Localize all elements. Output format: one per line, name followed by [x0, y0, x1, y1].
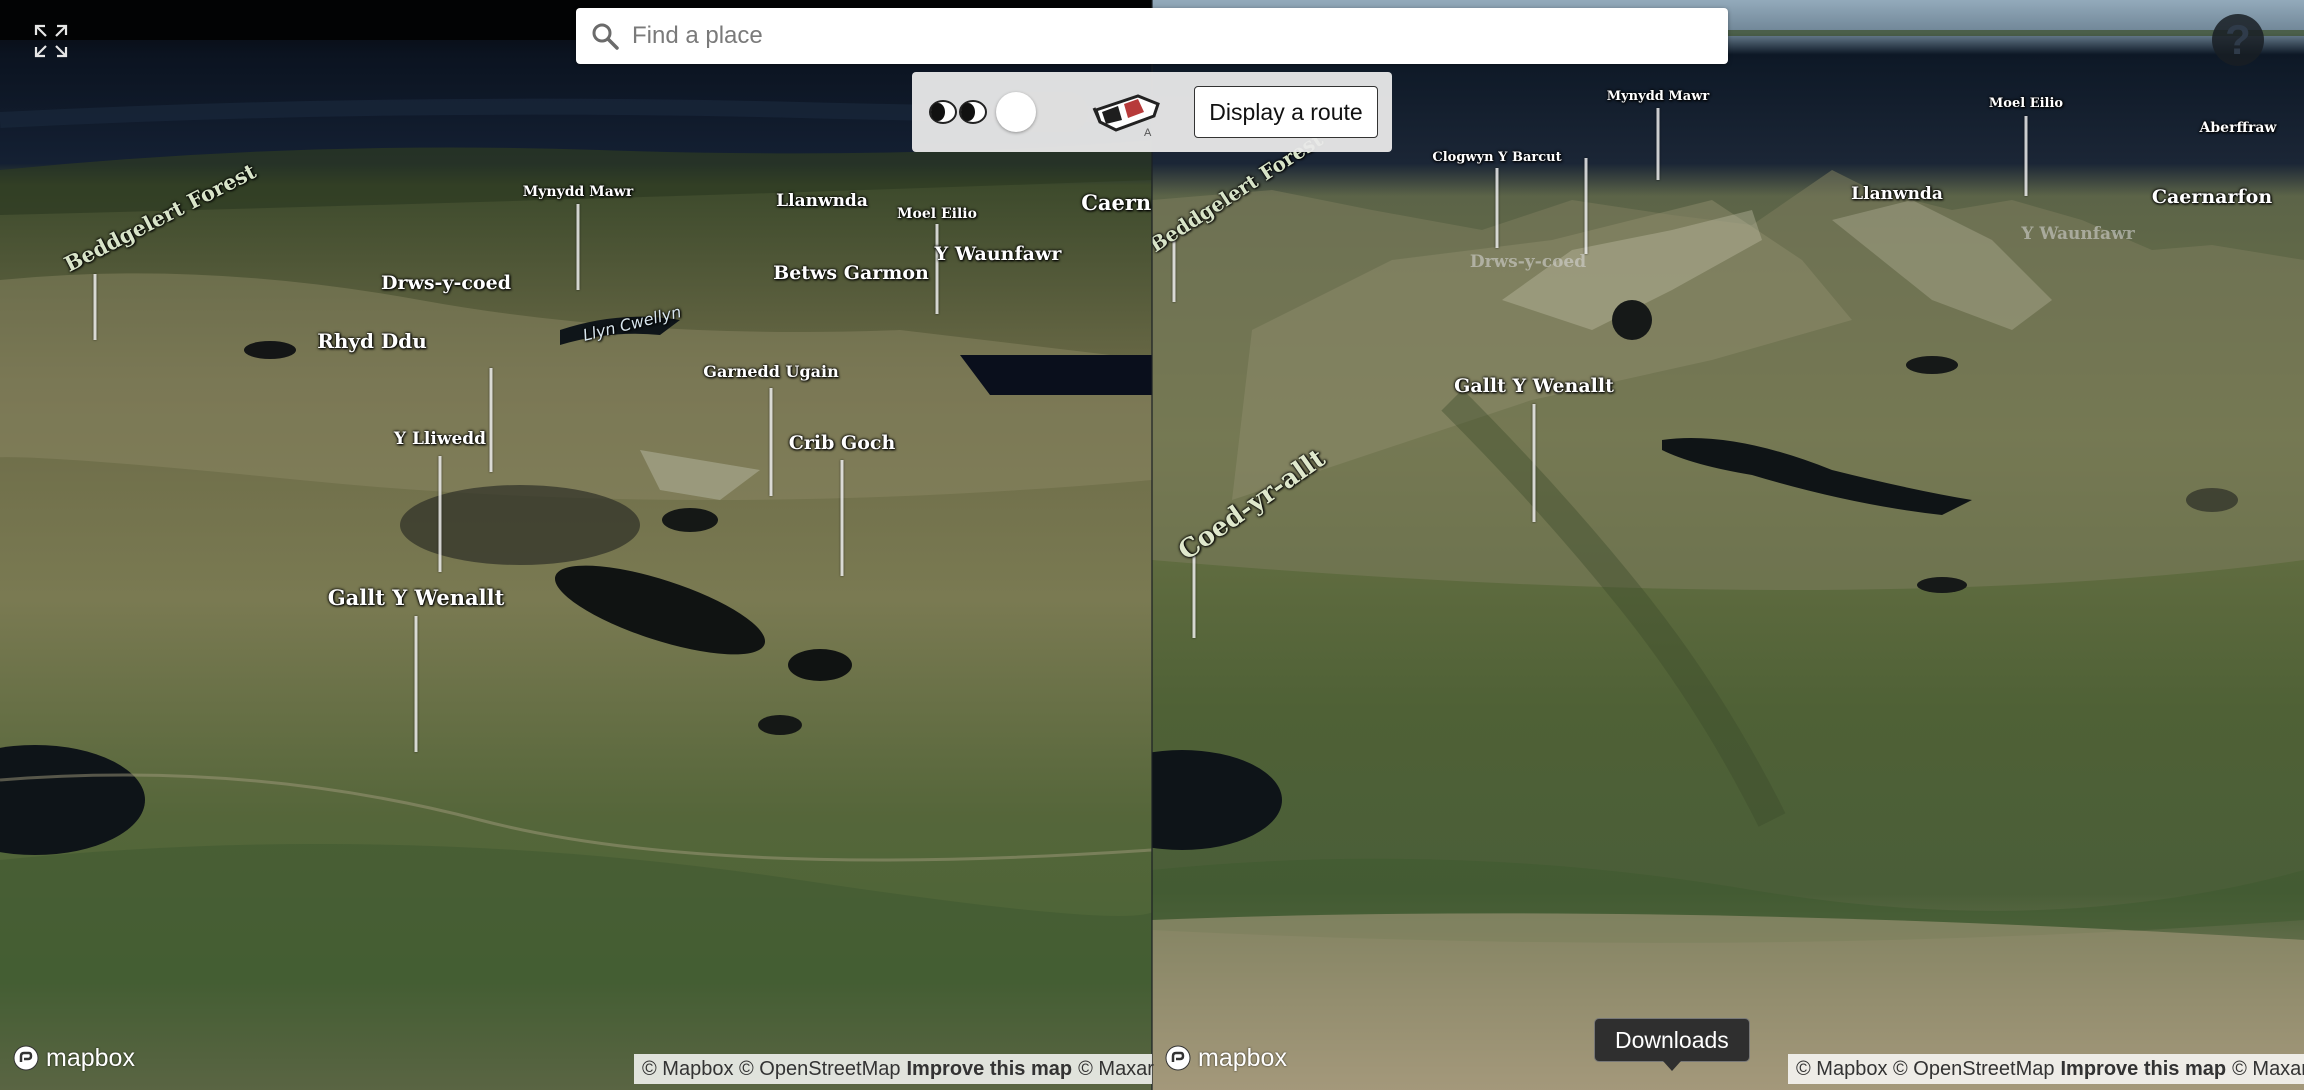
mapbox-logo-icon — [1165, 1045, 1191, 1071]
map-label-caernarfon: Caernarfon — [2151, 186, 2273, 208]
search-bar[interactable] — [576, 8, 1728, 64]
map-label-drws-y-coed: Drws-y-coed — [381, 272, 511, 294]
attribution-maxar-link[interactable]: © Maxar — [2232, 1058, 2304, 1081]
map-pane-right[interactable]: Mynydd Mawr Moel Eilio Aberffraw Clogwyn… — [1152, 0, 2304, 1090]
attribution-left: © Mapbox © OpenStreetMap Improve this ma… — [634, 1054, 1154, 1084]
svg-text:A: A — [1144, 127, 1152, 138]
label-stem — [1495, 168, 1499, 248]
map-label-llanwnda: Llanwnda — [1851, 184, 1943, 204]
attribution-right: © Mapbox © OpenStreetMap Improve this ma… — [1788, 1054, 2304, 1084]
attribution-mapbox-link[interactable]: © Mapbox — [642, 1058, 733, 1081]
swipe-divider[interactable] — [1151, 0, 1153, 1090]
view-control-panel: A Display a route — [912, 72, 1392, 152]
attribution-osm-link[interactable]: © OpenStreetMap — [739, 1058, 900, 1081]
label-stem — [489, 368, 493, 472]
map-label-gallt-y-wenallt: Gallt Y Wenallt — [327, 585, 505, 610]
map-label-clogwyn-y-barcut: Clogwyn Y Barcut — [1432, 150, 1562, 165]
map-label-crib-goch: Crib Goch — [788, 432, 896, 454]
mapbox-logo-text: mapbox — [1198, 1043, 1287, 1072]
mapbox-logo-right[interactable]: mapbox — [1164, 1042, 1287, 1074]
attribution-mapbox-link[interactable]: © Mapbox — [1796, 1058, 1887, 1081]
label-stem — [935, 224, 939, 314]
fullscreen-icon[interactable] — [34, 24, 68, 58]
label-stem — [1532, 404, 1536, 522]
label-stem — [840, 460, 844, 576]
attribution-maxar-link[interactable]: © Maxar — [1078, 1058, 1154, 1081]
eyes-icon[interactable] — [928, 96, 990, 128]
map-label-moel-eilio: Moel Eilio — [897, 206, 977, 222]
help-button[interactable]: ? — [2212, 14, 2264, 66]
downloads-tooltip: Downloads — [1594, 1018, 1750, 1071]
label-stem — [1172, 240, 1176, 302]
mode-toggle-knob[interactable] — [996, 92, 1036, 132]
improve-map-link[interactable]: Improve this map — [907, 1058, 1073, 1081]
terrain-image-left — [0, 0, 1152, 1090]
map-label-betws-garmon: Betws Garmon — [773, 262, 929, 284]
display-route-button[interactable]: Display a route — [1194, 86, 1378, 138]
label-stem — [769, 388, 773, 496]
3d-glasses-icon[interactable]: A — [1092, 86, 1162, 138]
label-stem — [414, 616, 418, 752]
label-stem — [576, 204, 580, 290]
map-label-y-waunfawr: Y Waunfawr — [2021, 224, 2135, 244]
map-label-mynydd-mawr: Mynydd Mawr — [522, 184, 634, 200]
map-label-caerna: Caerna — [1081, 190, 1152, 215]
map-pane-left[interactable]: Beddgelert Forest Mynydd Mawr Llanwnda C… — [0, 0, 1152, 1090]
label-stem — [438, 456, 442, 572]
mapbox-logo-icon — [13, 1045, 39, 1071]
map-label-aberffraw: Aberffraw — [2199, 120, 2277, 136]
label-stem — [2024, 116, 2028, 196]
label-stem — [93, 274, 97, 340]
search-icon — [592, 23, 619, 50]
terrain-image-right — [1152, 0, 2304, 1090]
map-label-y-waunfawr: Y Waunfawr — [934, 243, 1062, 265]
map-label-moel-eilio: Moel Eilio — [1988, 96, 2064, 111]
label-stem — [1584, 158, 1588, 254]
attribution-osm-link[interactable]: © OpenStreetMap — [1893, 1058, 2054, 1081]
mapbox-logo-text: mapbox — [46, 1043, 135, 1072]
improve-map-link[interactable]: Improve this map — [2061, 1058, 2227, 1081]
map-label-y-lliwedd: Y Lliwedd — [393, 429, 487, 449]
map-label-gallt-y-wenallt: Gallt Y Wenallt — [1454, 375, 1614, 397]
map-label-llanwnda: Llanwnda — [776, 191, 868, 211]
map-label-mynydd-mawr: Mynydd Mawr — [1606, 89, 1710, 104]
label-stem — [1656, 108, 1660, 180]
map-label-drws-y-coed: Drws-y-coed — [1469, 252, 1587, 272]
mapbox-logo-left[interactable]: mapbox — [12, 1042, 135, 1074]
label-stem — [1192, 554, 1196, 638]
map-label-rhyd-ddu: Rhyd Ddu — [317, 329, 427, 353]
search-input[interactable] — [630, 21, 1694, 51]
map-label-garnedd-ugain: Garnedd Ugain — [703, 362, 839, 381]
